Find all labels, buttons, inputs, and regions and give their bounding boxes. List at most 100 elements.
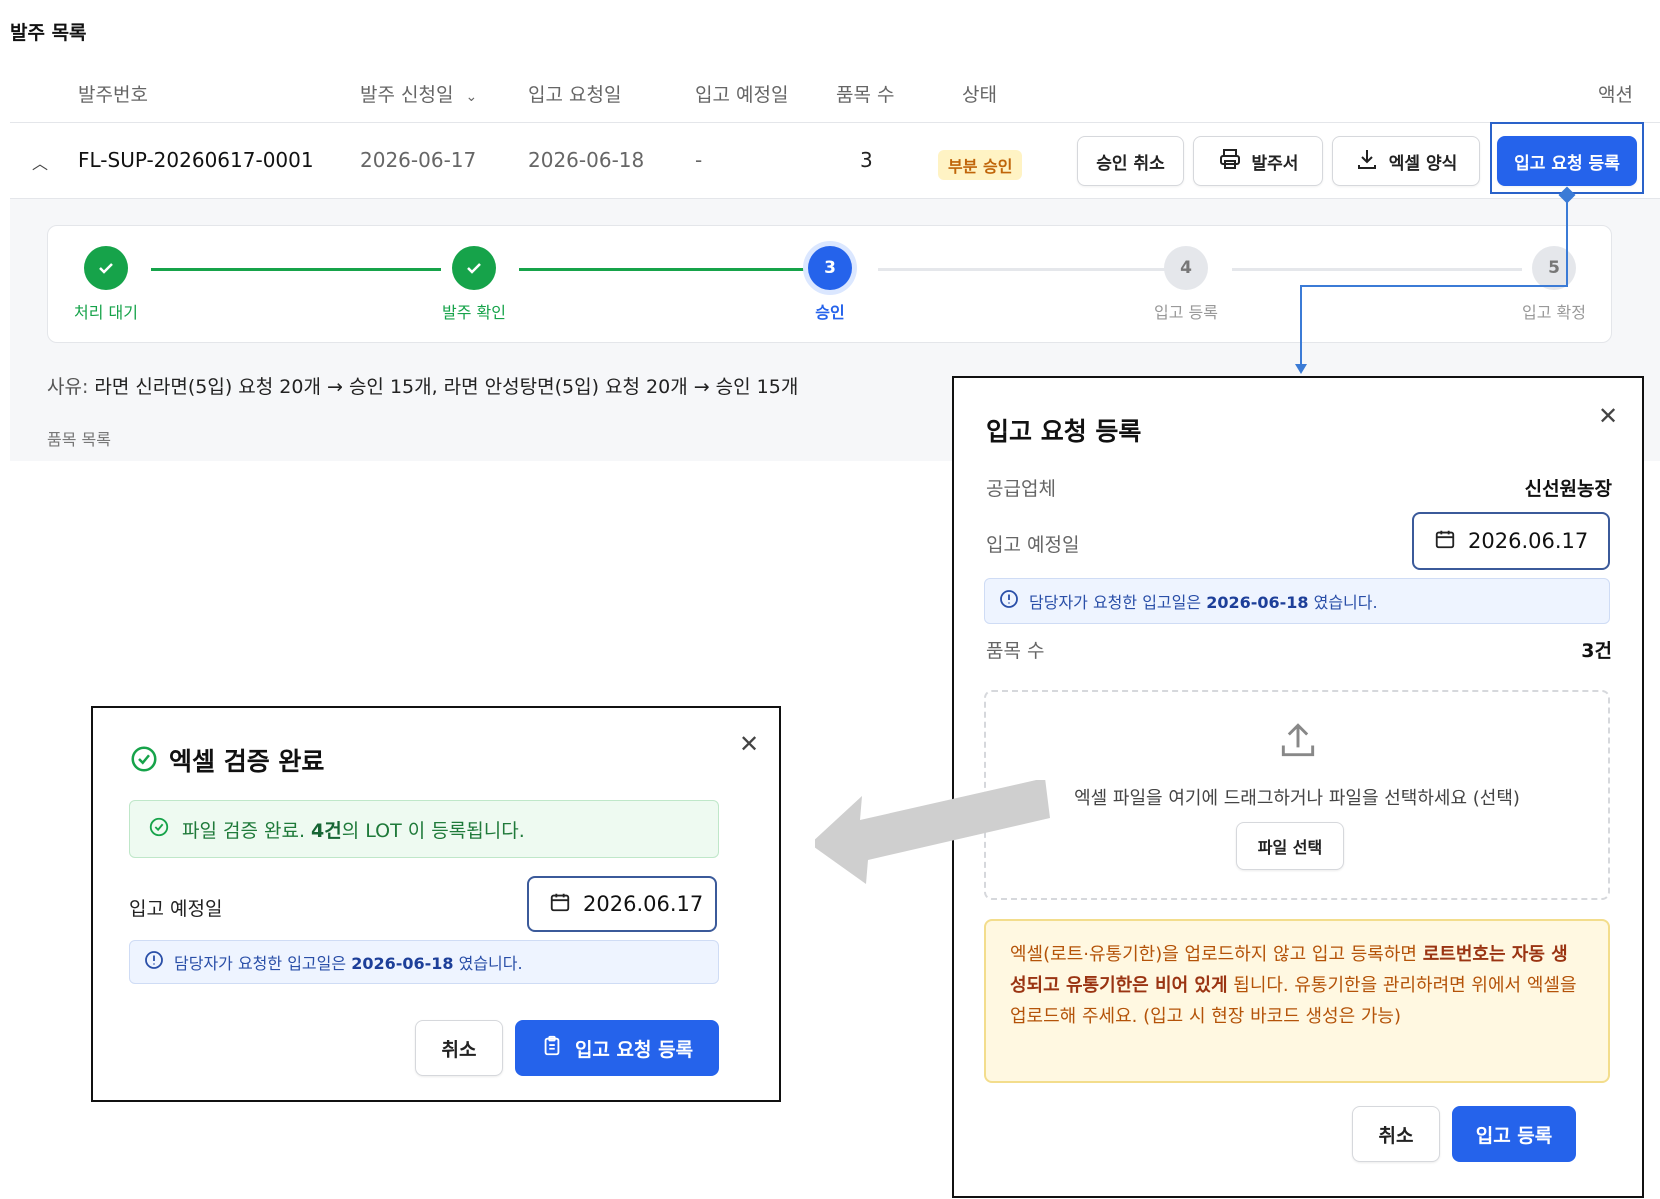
- success-suffix: 의 LOT 이 등록됩니다.: [341, 819, 525, 842]
- step-1-label: 처리 대기: [74, 303, 138, 322]
- calendar-icon: [1434, 528, 1456, 555]
- inbound-request-register-submit-button[interactable]: 입고 요청 등록: [515, 1020, 719, 1076]
- requested-date-info: 담당자가 요청한 입고일은 2026-06-18 였습니다.: [129, 940, 719, 984]
- drop-zone-text: 엑셀 파일을 여기에 드래그하거나 파일을 선택하세요 (선택): [1074, 788, 1520, 809]
- step-2-label: 발주 확인: [442, 303, 506, 322]
- inbound-request-date: 2026-06-18: [528, 148, 645, 172]
- step-5-number: 5: [1532, 246, 1576, 290]
- purchase-order-button[interactable]: 발주서: [1193, 136, 1323, 186]
- header-item-count: 품목 수: [836, 84, 895, 106]
- connector-arrowhead-icon: [1295, 364, 1307, 374]
- check-circle-icon: [129, 744, 159, 778]
- step-line-3: [878, 268, 1168, 271]
- header-inbound-request: 입고 요청일: [528, 84, 622, 106]
- step-3-number: 3: [808, 246, 852, 290]
- inbound-register-button[interactable]: 입고 등록: [1452, 1106, 1576, 1162]
- sort-chevron-icon: ⌄: [465, 89, 478, 105]
- header-status: 상태: [962, 84, 997, 106]
- lot-warning-box: 엑셀(로트·유통기한)을 업로드하지 않고 입고 등록하면 로트번호는 자동 생…: [984, 919, 1610, 1083]
- download-icon: [1355, 147, 1379, 176]
- success-count: 4건: [311, 819, 342, 842]
- highlight-box: [1490, 122, 1644, 194]
- file-select-button[interactable]: 파일 선택: [1236, 822, 1344, 870]
- reason-text: 라면 신라면(5입) 요청 20개 → 승인 15개, 라면 안성탕면(5입) …: [88, 376, 799, 398]
- calendar-icon: [549, 891, 571, 918]
- connector-line-horizontal: [1300, 285, 1568, 287]
- items-list-label: 품목 목록: [47, 430, 111, 449]
- file-drop-zone[interactable]: 엑셀 파일을 여기에 드래그하거나 파일을 선택하세요 (선택) 파일 선택: [984, 690, 1610, 900]
- success-prefix: 파일 검증 완료.: [182, 819, 312, 842]
- step-3-label: 승인: [815, 303, 845, 322]
- step-4-label: 입고 등록: [1154, 303, 1218, 322]
- header-request-date[interactable]: 발주 신청일 ⌄: [360, 80, 477, 107]
- header-request-date-label: 발주 신청일: [360, 84, 454, 106]
- info-date: 2026-06-18: [1206, 593, 1309, 612]
- reason-label: 사유:: [47, 376, 89, 398]
- header-order-no: 발주번호: [78, 84, 148, 106]
- progress-stepper: 처리 대기 발주 확인 3 승인 4 입고 등록 5 입고 확정: [47, 225, 1612, 343]
- expected-date-field[interactable]: 2026.06.17: [527, 876, 717, 932]
- info-date: 2026-06-18: [351, 954, 454, 973]
- approval-reason: 사유: 라면 신라면(5입) 요청 20개 → 승인 15개, 라면 안성탕면(…: [47, 372, 798, 399]
- order-number[interactable]: FL-SUP-20260617-0001: [78, 148, 314, 172]
- step-line-4: [1232, 268, 1522, 271]
- step-line-1: [151, 268, 441, 271]
- info-suffix: 였습니다.: [1308, 593, 1378, 612]
- step-line-2: [519, 268, 809, 271]
- expected-date-label: 입고 예정일: [986, 534, 1080, 556]
- info-icon: [144, 950, 164, 974]
- upload-icon: [1276, 718, 1320, 766]
- submit-label: 입고 요청 등록: [574, 1038, 694, 1061]
- purchase-order-label: 발주서: [1251, 153, 1299, 174]
- connector-line-down: [1300, 285, 1302, 365]
- supplier-label: 공급업체: [986, 478, 1056, 500]
- success-check-icon: [148, 816, 170, 843]
- clipboard-icon: [541, 1035, 563, 1062]
- step-2-check-icon: [452, 246, 496, 290]
- item-count-label: 품목 수: [986, 640, 1045, 662]
- step-1-check-icon: [84, 246, 128, 290]
- info-text: 담당자가 요청한 입고일은 2026-06-18 였습니다.: [174, 950, 523, 974]
- supplier-value: 신선원농장: [1524, 478, 1612, 500]
- collapse-chevron-icon[interactable]: ︿: [32, 150, 48, 174]
- expected-date-field[interactable]: 2026.06.17: [1412, 512, 1610, 570]
- request-date: 2026-06-17: [360, 148, 477, 172]
- validation-success-message: 파일 검증 완료. 4건의 LOT 이 등록됩니다.: [129, 800, 719, 858]
- expected-date-value: 2026.06.17: [583, 892, 704, 916]
- excel-validation-modal: 엑셀 검증 완료 ✕ 파일 검증 완료. 4건의 LOT 이 등록됩니다. 입고…: [91, 706, 781, 1102]
- header-inbound-expected: 입고 예정일: [695, 84, 789, 106]
- flow-arrow-icon: [810, 778, 1055, 894]
- info-prefix: 담당자가 요청한 입고일은: [174, 954, 352, 973]
- page-title: 발주 목록: [10, 22, 87, 44]
- requested-date-info: 담당자가 요청한 입고일은 2026-06-18 였습니다.: [984, 578, 1610, 624]
- info-suffix: 였습니다.: [453, 954, 523, 973]
- expected-date-label: 입고 예정일: [129, 898, 223, 920]
- item-count-value: 3건: [1581, 640, 1612, 662]
- cancel-button[interactable]: 취소: [1352, 1106, 1440, 1162]
- info-text: 담당자가 요청한 입고일은 2026-06-18 였습니다.: [1029, 589, 1378, 613]
- warning-text-1: 엑셀(로트·유통기한)을 업로드하지 않고 입고 등록하면: [1010, 944, 1423, 965]
- close-icon[interactable]: ✕: [739, 730, 759, 758]
- close-icon[interactable]: ✕: [1598, 402, 1618, 430]
- inbound-request-modal: 입고 요청 등록 ✕ 공급업체 신선원농장 입고 예정일 2026.06.17 …: [952, 376, 1644, 1198]
- cancel-approval-button[interactable]: 승인 취소: [1077, 136, 1184, 186]
- modal-title: 입고 요청 등록: [986, 417, 1142, 446]
- info-prefix: 담당자가 요청한 입고일은: [1029, 593, 1207, 612]
- cancel-approval-label: 승인 취소: [1096, 153, 1165, 174]
- excel-template-button[interactable]: 엑셀 양식: [1332, 136, 1480, 186]
- inbound-expected-date: -: [695, 148, 703, 172]
- excel-template-label: 엑셀 양식: [1388, 153, 1458, 174]
- info-icon: [999, 589, 1019, 613]
- expected-date-value: 2026.06.17: [1468, 529, 1589, 553]
- validation-title: 엑셀 검증 완료: [169, 747, 325, 776]
- status-badge: 부분 승인: [938, 150, 1023, 180]
- header-actions: 액션: [1598, 84, 1633, 106]
- connector-line-vertical: [1566, 194, 1568, 286]
- printer-icon: [1218, 147, 1242, 176]
- success-text: 파일 검증 완료. 4건의 LOT 이 등록됩니다.: [182, 816, 525, 843]
- cancel-button[interactable]: 취소: [415, 1020, 503, 1076]
- step-5-label: 입고 확정: [1522, 303, 1586, 322]
- step-4-number: 4: [1164, 246, 1208, 290]
- header-divider: [10, 122, 1660, 123]
- item-count: 3: [860, 148, 873, 172]
